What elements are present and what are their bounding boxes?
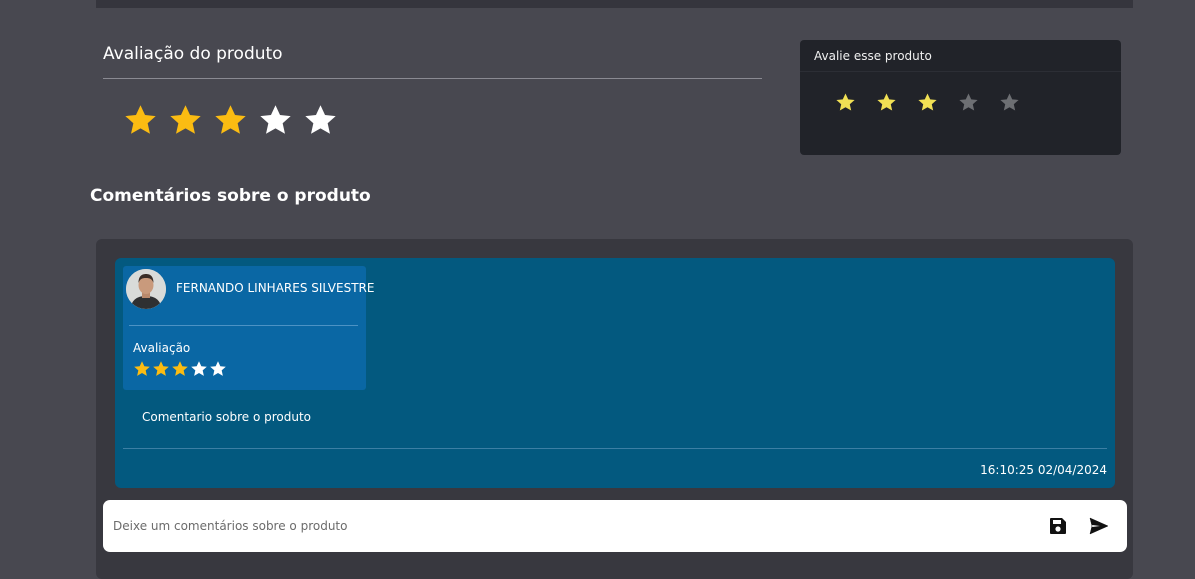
- author-divider: [129, 325, 358, 326]
- star-filled-icon[interactable]: [835, 92, 856, 112]
- comment-timestamp: 16:10:25 02/04/2024: [980, 463, 1107, 477]
- star-empty-icon: [191, 361, 207, 376]
- product-rating-stars: [123, 103, 762, 136]
- avatar-photo-icon: [126, 269, 166, 309]
- star-empty-icon: [305, 105, 336, 134]
- send-button[interactable]: [1087, 514, 1111, 538]
- comment-divider: [123, 448, 1107, 449]
- star-empty-icon: [260, 105, 291, 134]
- top-bar: [96, 0, 1133, 8]
- star-filled-icon: [215, 105, 246, 134]
- star-filled-icon[interactable]: [917, 92, 938, 112]
- product-rating-section: Avaliação do produto: [103, 44, 762, 136]
- comment-rating-label: Avaliação: [133, 341, 191, 355]
- star-filled-icon: [125, 105, 156, 134]
- star-filled-icon: [172, 361, 188, 376]
- rate-product-card: Avalie esse produto: [800, 40, 1121, 155]
- product-rating-title: Avaliação do produto: [103, 44, 762, 79]
- rate-product-title: Avalie esse produto: [800, 40, 1121, 72]
- star-empty-icon[interactable]: [999, 92, 1020, 112]
- save-button[interactable]: [1046, 514, 1070, 538]
- comment-card: FERNANDO LINHARES SILVESTRE Avaliação Co…: [115, 258, 1115, 488]
- comment-rating-stars: [133, 360, 227, 377]
- star-empty-icon: [210, 361, 226, 376]
- comment-author-box: FERNANDO LINHARES SILVESTRE Avaliação: [123, 266, 374, 390]
- comment-input-bar: [103, 500, 1127, 552]
- comment-author-name: FERNANDO LINHARES SILVESTRE: [176, 281, 375, 295]
- comment-input[interactable]: [103, 500, 1023, 552]
- comments-title: Comentários sobre o produto: [90, 186, 371, 206]
- star-filled-icon: [170, 105, 201, 134]
- star-filled-icon: [134, 361, 150, 376]
- star-filled-icon: [153, 361, 169, 376]
- rate-product-stars[interactable]: [835, 92, 1121, 112]
- star-filled-icon[interactable]: [876, 92, 897, 112]
- send-icon: [1089, 517, 1109, 535]
- comments-panel: FERNANDO LINHARES SILVESTRE Avaliação Co…: [96, 239, 1133, 579]
- floppy-disk-icon: [1050, 518, 1066, 534]
- comment-text: Comentario sobre o produto: [142, 410, 312, 424]
- avatar: [126, 269, 166, 309]
- star-empty-icon[interactable]: [958, 92, 979, 112]
